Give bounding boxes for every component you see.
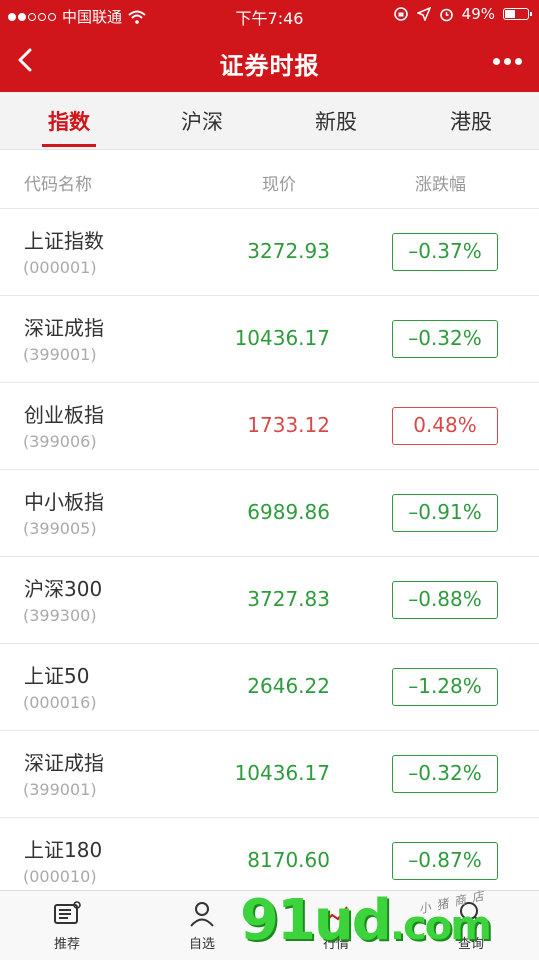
- index-code: (399300): [23, 606, 97, 625]
- column-header-name: 代码名称: [24, 175, 92, 195]
- status-bar: 中国联通 下午7:46 49%: [0, 0, 539, 30]
- bottom-tab-label: 推荐: [53, 937, 80, 952]
- location-icon: [416, 7, 431, 21]
- change-badge[interactable]: –0.88%: [392, 581, 498, 619]
- table-row[interactable]: 上证50 (000016) 2646.22 –1.28%: [0, 644, 539, 731]
- change-badge[interactable]: –0.87%: [392, 842, 498, 880]
- current-price: 8170.60: [247, 848, 330, 872]
- tab-index[interactable]: 指数: [19, 106, 119, 136]
- change-badge[interactable]: –0.32%: [392, 320, 498, 358]
- table-row[interactable]: 深证成指 (399001) 10436.17 –0.32%: [0, 731, 539, 818]
- index-code: (399005): [23, 519, 97, 538]
- index-name: 沪深300: [24, 577, 103, 601]
- more-options-button[interactable]: [487, 48, 527, 74]
- active-tab-indicator: [42, 144, 96, 147]
- table-row[interactable]: 上证指数 (000001) 3272.93 –0.37%: [0, 209, 539, 296]
- index-name: 上证指数: [24, 229, 104, 253]
- change-badge[interactable]: –0.37%: [392, 233, 498, 271]
- table-row[interactable]: 深证成指 (399001) 10436.17 –0.32%: [0, 296, 539, 383]
- table-row[interactable]: 创业板指 (399006) 1733.12 0.48%: [0, 383, 539, 470]
- index-code: (399006): [23, 432, 97, 451]
- current-price: 6989.86: [247, 500, 330, 524]
- column-header-change: 涨跌幅: [415, 175, 466, 195]
- current-price: 3727.83: [247, 587, 330, 611]
- table-row[interactable]: 沪深300 (399300) 3727.83 –0.88%: [0, 557, 539, 644]
- index-code: (399001): [23, 780, 97, 799]
- current-price: 10436.17: [234, 326, 330, 350]
- index-name: 创业板指: [24, 403, 104, 427]
- index-name: 上证180: [24, 838, 103, 862]
- current-price: 3272.93: [247, 239, 330, 263]
- tab-new-stocks[interactable]: 新股: [286, 106, 386, 136]
- current-price: 1733.12: [247, 413, 330, 437]
- column-header-price: 现价: [262, 175, 296, 195]
- change-badge[interactable]: –1.28%: [392, 668, 498, 706]
- news-icon: [54, 901, 81, 924]
- current-price: 10436.17: [234, 761, 330, 785]
- index-name: 深证成指: [24, 316, 104, 340]
- rotation-lock-icon: [393, 7, 408, 21]
- index-code: (000010): [23, 867, 97, 886]
- bottom-tab-watchlist[interactable]: 自选: [162, 899, 242, 952]
- battery-icon: [503, 8, 532, 20]
- page-title: 证券时报: [219, 52, 320, 80]
- bottom-tab-label: 自选: [188, 937, 215, 952]
- alarm-icon: [439, 8, 453, 21]
- more-dot-icon: [514, 57, 522, 65]
- change-badge[interactable]: –0.32%: [392, 755, 498, 793]
- index-name: 中小板指: [24, 490, 104, 514]
- tab-hk-stocks[interactable]: 港股: [421, 106, 521, 136]
- bottom-tab-recommend[interactable]: 推荐: [27, 899, 107, 952]
- index-code: (399001): [23, 345, 97, 364]
- current-price: 2646.22: [247, 674, 330, 698]
- market-tabs: 指数 沪深 新股 港股: [0, 92, 539, 150]
- more-dot-icon: [492, 57, 500, 65]
- tab-shanghai-shenzhen[interactable]: 沪深: [152, 106, 252, 136]
- table-row[interactable]: 中小板指 (399005) 6989.86 –0.91%: [0, 470, 539, 557]
- index-name: 上证50: [24, 664, 90, 688]
- index-code: (000001): [23, 258, 97, 277]
- more-dot-icon: [503, 57, 511, 65]
- table-header: 代码名称 现价 涨跌幅: [0, 151, 539, 209]
- change-badge[interactable]: –0.91%: [392, 494, 498, 532]
- change-badge[interactable]: 0.48%: [392, 407, 498, 445]
- top-nav-bar: 证券时报: [0, 30, 539, 92]
- battery-percent: 49%: [461, 5, 495, 23]
- index-code: (000016): [23, 693, 97, 712]
- person-icon: [190, 902, 214, 927]
- index-list: 上证指数 (000001) 3272.93 –0.37% 深证成指 (39900…: [0, 209, 539, 905]
- index-name: 深证成指: [24, 751, 104, 775]
